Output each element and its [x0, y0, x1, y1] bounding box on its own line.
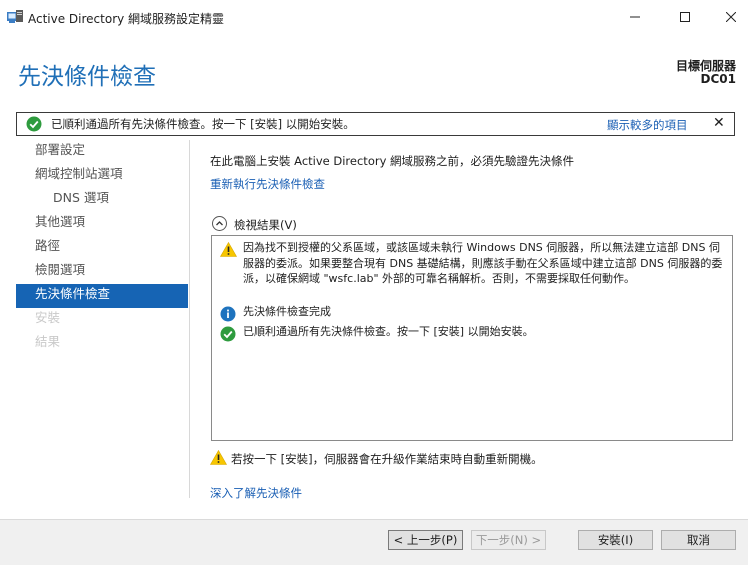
status-notice-banner: 已順利通過所有先決條件檢查。按一下 [安裝] 以開始安裝。 顯示較多的項目 ✕ — [16, 112, 735, 136]
install-button[interactable]: 安裝(I) — [578, 530, 653, 550]
previous-button[interactable]: < 上一步(P) — [388, 530, 463, 550]
maximize-icon — [680, 12, 690, 22]
title-bar: Active Directory 網域服務設定精靈 — [0, 0, 748, 36]
intro-text: 在此電腦上安裝 Active Directory 網域服務之前，必須先驗證先決條… — [210, 154, 575, 168]
nav-item-installation: 安裝 — [35, 310, 61, 325]
restart-warning-text: 若按一下 [安裝]，伺服器會在升級作業結束時自動重新開機。 — [231, 452, 543, 466]
chevron-up-icon — [212, 216, 227, 231]
close-icon — [726, 12, 736, 22]
close-window-button[interactable] — [708, 0, 748, 34]
nav-item-results: 結果 — [35, 334, 61, 349]
result-text: 已順利通過所有先決條件檢查。按一下 [安裝] 以開始安裝。 — [243, 325, 534, 338]
notice-message: 已順利通過所有先決條件檢查。按一下 [安裝] 以開始安裝。 — [51, 117, 355, 131]
next-button: 下一步(N) > — [471, 530, 546, 550]
nav-item-review-options[interactable]: 檢閱選項 — [16, 260, 188, 284]
warning-icon — [209, 449, 228, 466]
check-icon — [26, 116, 42, 132]
show-more-link[interactable]: 顯示較多的項目 — [607, 117, 688, 133]
ad-ds-app-icon — [7, 10, 23, 24]
nav-item-additional-options[interactable]: 其他選項 — [16, 212, 188, 236]
result-item: 已順利通過所有先決條件檢查。按一下 [安裝] 以開始安裝。 — [220, 324, 726, 342]
result-item: 先決條件檢查完成 — [220, 304, 726, 322]
results-list: 因為找不到授權的父系區域，或該區域未執行 Windows DNS 伺服器，所以無… — [211, 235, 733, 441]
view-results-label: 檢視結果(V) — [234, 218, 297, 232]
minimize-icon — [630, 16, 640, 18]
nav-item-deployment-config[interactable]: 部署設定 — [16, 140, 188, 164]
check-icon — [220, 326, 236, 342]
window-title: Active Directory 網域服務設定精靈 — [28, 12, 225, 26]
cancel-button[interactable]: 取消 — [661, 530, 736, 550]
wizard-nav: 部署設定 網域控制站選項 DNS 選項 其他選項 路徑 檢閱選項 先決條件檢查 … — [16, 140, 188, 356]
maximize-button[interactable] — [662, 0, 708, 34]
learn-more-prerequisites-link[interactable]: 深入了解先決條件 — [210, 485, 302, 501]
warning-icon — [219, 241, 238, 258]
nav-item-paths[interactable]: 路徑 — [16, 236, 188, 260]
target-server-value: DC01 — [700, 72, 736, 86]
close-notice-button[interactable]: ✕ — [713, 115, 725, 131]
rerun-prerequisites-link[interactable]: 重新執行先決條件檢查 — [210, 176, 325, 192]
page-title: 先決條件檢查 — [18, 64, 156, 90]
result-item: 因為找不到授權的父系區域，或該區域未執行 Windows DNS 伺服器，所以無… — [219, 240, 726, 302]
info-icon — [220, 306, 236, 322]
nav-divider — [189, 140, 190, 498]
nav-item-dns-options[interactable]: DNS 選項 — [16, 188, 188, 212]
result-text: 先決條件檢查完成 — [243, 305, 331, 318]
nav-item-dc-options[interactable]: 網域控制站選項 — [16, 164, 188, 188]
result-text: 因為找不到授權的父系區域，或該區域未執行 Windows DNS 伺服器，所以無… — [243, 241, 723, 285]
minimize-button[interactable] — [612, 0, 658, 34]
nav-item-prerequisites-check[interactable]: 先決條件檢查 — [16, 284, 188, 308]
